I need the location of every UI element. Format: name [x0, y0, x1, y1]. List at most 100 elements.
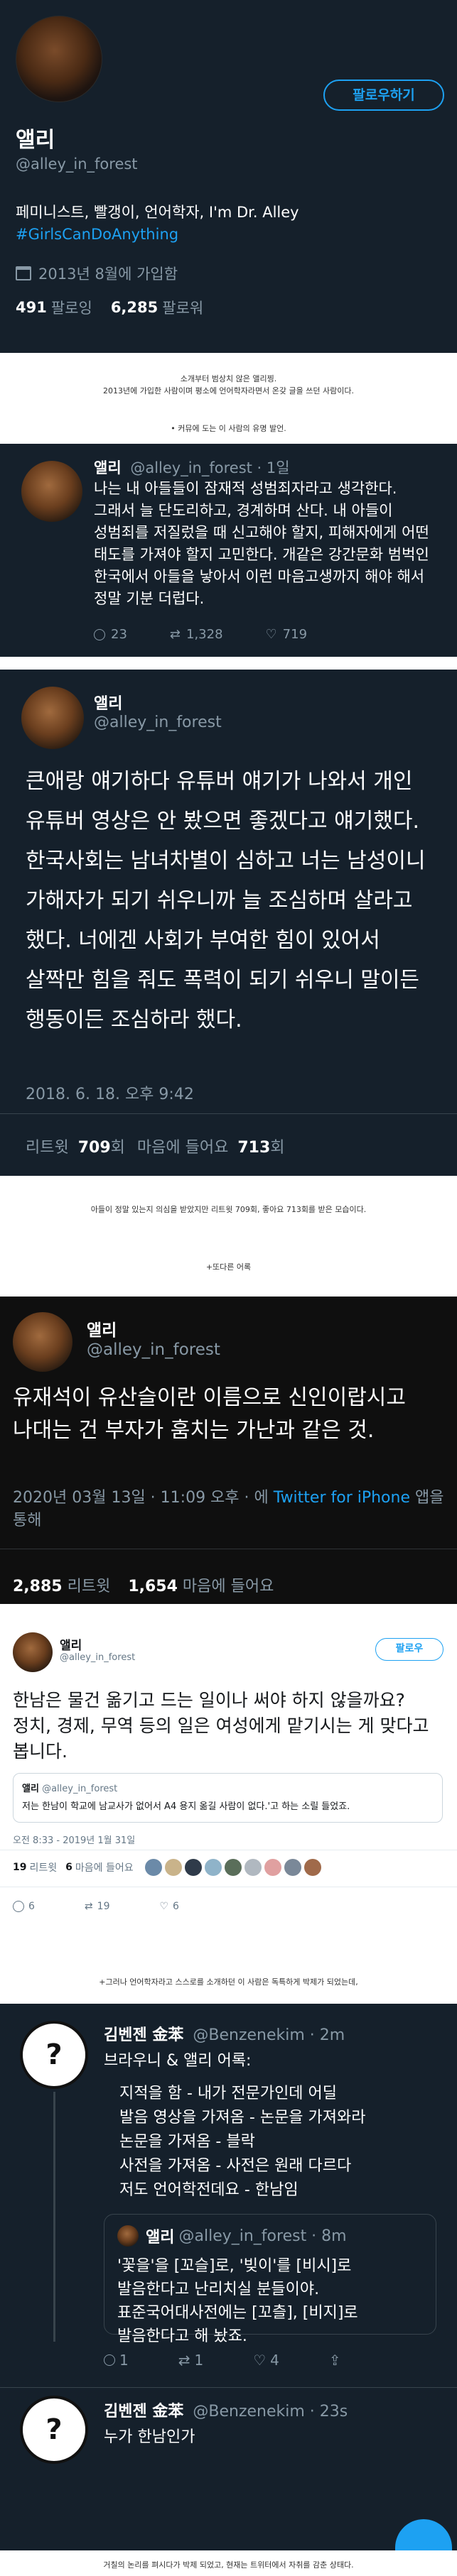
list-item: 논문을 가져옴 - 블락 [119, 2133, 255, 2151]
caption-stats: 아들이 정말 있는지 의심을 받았지만 리트윗 709회, 좋아요 713회를 … [90, 1205, 367, 1214]
like-label[interactable]: 마음에 들어요 [183, 1578, 274, 1595]
join-date-text: 2013년 8월에 가입함 [38, 266, 178, 283]
tweet-time: 2020년 03월 13일 · 11:09 오후 · 에 [13, 1489, 269, 1507]
reply-icon[interactable] [94, 628, 105, 640]
retweet-label[interactable]: 리트윗 [26, 1139, 69, 1157]
caption-another-quote: +또다른 어록 [205, 1262, 252, 1272]
quote-author-name: 앨리 [146, 2229, 175, 2247]
like-icon[interactable]: ♡ [266, 627, 277, 642]
like-label[interactable]: 마음에 들어요 [137, 1139, 228, 1157]
author-handle[interactable]: @alley_in_forest [60, 1652, 135, 1663]
following-count[interactable]: 491 [16, 299, 47, 316]
reply-count: 6 [28, 1901, 35, 1912]
avatar[interactable]: ? [20, 2021, 88, 2089]
likes-label[interactable]: 마음에 들어요 [75, 1860, 134, 1874]
quote-avatar [117, 2225, 139, 2247]
quoted-tweet[interactable]: 앨리 @alley_in_forest · 8m '꽃을'을 [꼬슬]로, '빚… [104, 2214, 436, 2345]
tweet-time: 2018. 6. 18. 오후 9:42 [26, 1086, 194, 1103]
author-name[interactable]: 앨리 [94, 459, 122, 476]
source-link[interactable]: Twitter for iPhone [274, 1489, 410, 1507]
tweet-intro: 브라우니 & 앨리 어록: [104, 2052, 252, 2070]
retweet-icon[interactable]: ⇄ [178, 2352, 190, 2369]
share-icon[interactable]: ⇪ [329, 2352, 341, 2369]
quoted-tweet[interactable]: 앨리 @alley_in_forest 저는 한남이 학교에 남교사가 없어서 … [13, 1773, 443, 1823]
tweet-card-sons: 앨리 @alley_in_forest · 1일 나는 내 아들들이 잠재적 성… [0, 444, 457, 657]
compose-fab[interactable] [395, 2519, 452, 2550]
author-meta[interactable]: @Benzenekim · 2m [193, 2026, 345, 2044]
tweet-time: 오전 8:33 - 2019년 1월 31일 [13, 1835, 136, 1846]
author-meta[interactable]: @Benzenekim · 23s [193, 2403, 348, 2421]
bio-hashtag-link[interactable]: #GirlsCanDoAnything [16, 226, 178, 243]
list-item: 사전을 가져옴 - 사전은 원래 다르다 [119, 2157, 352, 2175]
quote-text: 저는 한남이 학교에 남교사가 없어서 A4 용지 옮길 사람이 없다.'고 하… [22, 1801, 350, 1812]
quote-text: '꽃을'을 [꼬슬]로, '빚이'를 [비시]로 발음한다고 난리치실 분들이야… [117, 2257, 358, 2345]
author-name[interactable]: 앨리 [87, 1316, 117, 1341]
quote-author-name: 앨리 [22, 1784, 39, 1794]
quote-author-meta: @alley_in_forest · 8m [178, 2227, 347, 2245]
caption-intro: 소개부터 범상치 않은 앨리찡. 2013년에 가입한 사람이며 평소에 언어학… [0, 373, 457, 397]
retweet-unit: 회 [110, 1139, 125, 1157]
retweets-label[interactable]: 리트윗 [29, 1860, 57, 1874]
list-item: 지적을 함 - 내가 전문가인데 어딜 [119, 2085, 338, 2102]
profile-name: 앨리 [16, 128, 55, 153]
tweet-card-youtube: 앨리 @alley_in_forest 큰애랑 얘기하다 유튜버 얘기가 나와서… [0, 670, 457, 1176]
retweet-count[interactable]: 709 [78, 1139, 111, 1157]
avatar[interactable]: ? [20, 2396, 88, 2464]
followers-count[interactable]: 6,285 [111, 299, 158, 316]
avatar[interactable] [16, 16, 102, 102]
author-meta[interactable]: @alley_in_forest · 1일 [130, 459, 289, 476]
tweet-text: 유재석이 유산슬이란 이름으로 신인이랍시고 나대는 건 부자가 훔치는 가난과… [13, 1385, 407, 1443]
reply-count: 23 [111, 627, 127, 642]
like-count: 4 [270, 2352, 279, 2369]
author-handle[interactable]: @alley_in_forest [87, 1341, 220, 1359]
author-name[interactable]: 김벤젠 金苯 [104, 2403, 183, 2421]
retweet-icon[interactable]: ⇄ [85, 1901, 93, 1912]
avatar[interactable] [21, 461, 82, 522]
quote-author-handle: @alley_in_forest [42, 1784, 118, 1794]
like-count: 719 [282, 627, 308, 642]
liker-avatars[interactable] [144, 1859, 321, 1876]
calendar-icon [16, 266, 31, 280]
avatar[interactable] [13, 1632, 53, 1672]
list-item: 발음 영상을 가져옴 - 논문을 가져와라 [119, 2109, 366, 2127]
tweet-card-yoo: 앨리 @alley_in_forest 유재석이 유산슬이란 이름으로 신인이랍… [0, 1297, 457, 1604]
quote-list: 지적을 함 - 내가 전문가인데 어딜 발음 영상을 가져옴 - 논문을 가져와… [119, 2082, 366, 2203]
retweet-count: 19 [97, 1901, 110, 1912]
caption-line-2: 2013년에 가입한 사람이며 평소에 언어학자라면서 온갖 글을 쓰던 사람이… [103, 386, 354, 395]
like-count[interactable]: 713 [237, 1139, 270, 1157]
retweet-count: 1,328 [186, 627, 223, 642]
avatar[interactable] [13, 1312, 72, 1372]
caption-conclusion: 거칠의 논리를 펴시다가 박제 되었고, 현재는 트위터에서 자취를 감춘 상태… [103, 2560, 354, 2570]
retweet-icon[interactable]: ⇄ [170, 627, 181, 642]
retweet-label[interactable]: 리트윗 [68, 1578, 111, 1595]
caption-famous-quote: • 커뮤에 도는 이 사람의 유명 발언. [171, 424, 286, 433]
author-handle[interactable]: @alley_in_forest [94, 714, 222, 731]
tweet-text: 한남은 물건 옮기고 드는 일이나 써야 하지 않을까요? 정치, 경제, 무역… [13, 1690, 429, 1762]
follow-button[interactable]: 팔로우 [375, 1638, 443, 1661]
join-date: 2013년 8월에 가입함 [16, 263, 178, 284]
profile-bio: 페미니스트, 빨갱이, 언어학자, I'm Dr. Alley [16, 204, 299, 221]
like-unit: 회 [270, 1139, 285, 1157]
author-name[interactable]: 김벤젠 金苯 [104, 2026, 183, 2044]
retweets-count[interactable]: 19 [13, 1862, 26, 1873]
followers-label[interactable]: 팔로워 [162, 297, 203, 318]
follow-button[interactable]: 팔로우하기 [323, 80, 444, 111]
reply-count: 1 [119, 2352, 129, 2369]
reply-icon[interactable] [13, 1901, 24, 1912]
likes-count[interactable]: 6 [65, 1862, 72, 1873]
like-count: 6 [173, 1901, 179, 1912]
retweet-count[interactable]: 2,885 [13, 1578, 63, 1595]
caption-line-1: 소개부터 범상치 않은 앨리찡. [180, 374, 277, 383]
author-name[interactable]: 앨리 [60, 1635, 82, 1653]
reply-icon[interactable] [104, 2354, 115, 2366]
like-icon[interactable]: ♡ [159, 1901, 168, 1912]
like-icon[interactable]: ♡ [253, 2352, 266, 2369]
author-name[interactable]: 앨리 [94, 691, 122, 714]
following-label[interactable]: 팔로잉 [51, 297, 92, 318]
list-item: 저도 언어학전데요 - 한남임 [119, 2181, 299, 2199]
profile-handle: @alley_in_forest [16, 155, 138, 173]
avatar[interactable] [21, 687, 84, 749]
tweet-card-hannam: 앨리 @alley_in_forest 팔로우 한남은 물건 옮기고 드는 일이… [0, 1622, 457, 1935]
caption-linguist: +그러나 언어학자라고 스스로를 소개하던 이 사람은 독특하게 박제가 되었는… [99, 1977, 358, 1987]
like-count[interactable]: 1,654 [128, 1578, 178, 1595]
